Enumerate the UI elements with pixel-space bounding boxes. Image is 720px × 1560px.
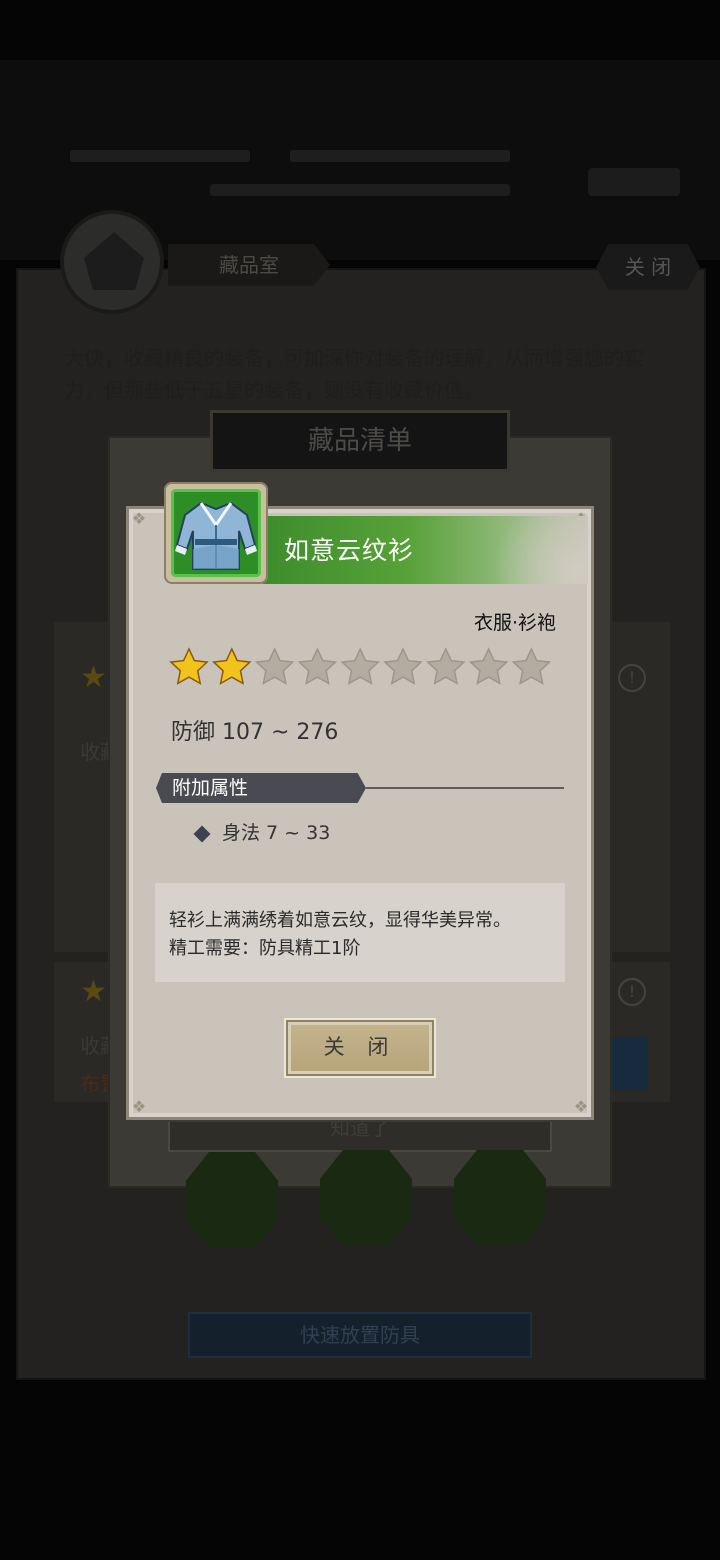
- diamond-bullet-icon: [193, 825, 211, 842]
- item-description-line: 轻衫上满满绣着如意云纹，显得华美异常。: [169, 910, 511, 931]
- item-requirement-line: 精工需要：防具精工1阶: [169, 938, 361, 959]
- item-icon-slot: [171, 489, 261, 577]
- corner-ornament-icon: ❖: [573, 1097, 589, 1116]
- robe-icon: [175, 501, 257, 570]
- star-empty-icon: [468, 647, 509, 685]
- agility-attribute: 身法 7 ~ 33: [193, 818, 331, 845]
- star-empty-icon: [340, 647, 381, 685]
- equipment-slot[interactable]: [186, 1152, 278, 1248]
- defense-stat: 防御 107 ~ 276: [171, 720, 339, 745]
- star-icon: ★: [80, 974, 107, 1009]
- background-text-line: [70, 150, 250, 162]
- star-filled-icon: [211, 647, 252, 685]
- collection-room-close-button[interactable]: 关 闭: [596, 244, 700, 290]
- background-text-line: [210, 184, 510, 196]
- star-empty-icon: [383, 647, 423, 685]
- info-icon[interactable]: !: [618, 664, 646, 692]
- agility-attribute-text: 身法 7 ~ 33: [222, 822, 331, 844]
- quick-place-armor-button[interactable]: 快速放置防具: [188, 1312, 532, 1358]
- close-button[interactable]: 关 闭: [286, 1020, 434, 1076]
- corner-ornament-icon: ❖: [131, 1097, 147, 1116]
- cloud-pattern: [470, 516, 588, 584]
- collection-room-description: 大侠，收藏精良的装备，可加深你对装备的理解，从而增强您的实力，但那些低于五星的装…: [64, 346, 644, 402]
- star-filled-icon: [169, 647, 209, 685]
- star-icon: ★: [80, 660, 107, 695]
- info-icon[interactable]: !: [618, 978, 646, 1006]
- star-empty-icon: [254, 647, 295, 685]
- background-text-line: [290, 150, 510, 162]
- item-category: 衣服·衫袍: [473, 612, 556, 634]
- extra-attributes-header: 附加属性: [156, 773, 366, 803]
- star-empty-icon: [297, 647, 338, 685]
- collection-list-title: 藏品清单: [210, 410, 510, 472]
- attributes-divider: [366, 787, 564, 789]
- collection-room-title: 藏品室: [168, 244, 330, 286]
- star-rating: [168, 646, 558, 690]
- equipment-slot[interactable]: [320, 1150, 412, 1246]
- item-name: 如意云纹衫: [284, 536, 415, 565]
- star-empty-icon: [511, 647, 552, 685]
- corner-ornament-icon: ❖: [131, 509, 147, 528]
- item-description-box: [155, 883, 565, 982]
- equipment-slot[interactable]: [454, 1150, 546, 1246]
- background-pill: [588, 168, 680, 196]
- star-empty-icon: [425, 647, 466, 685]
